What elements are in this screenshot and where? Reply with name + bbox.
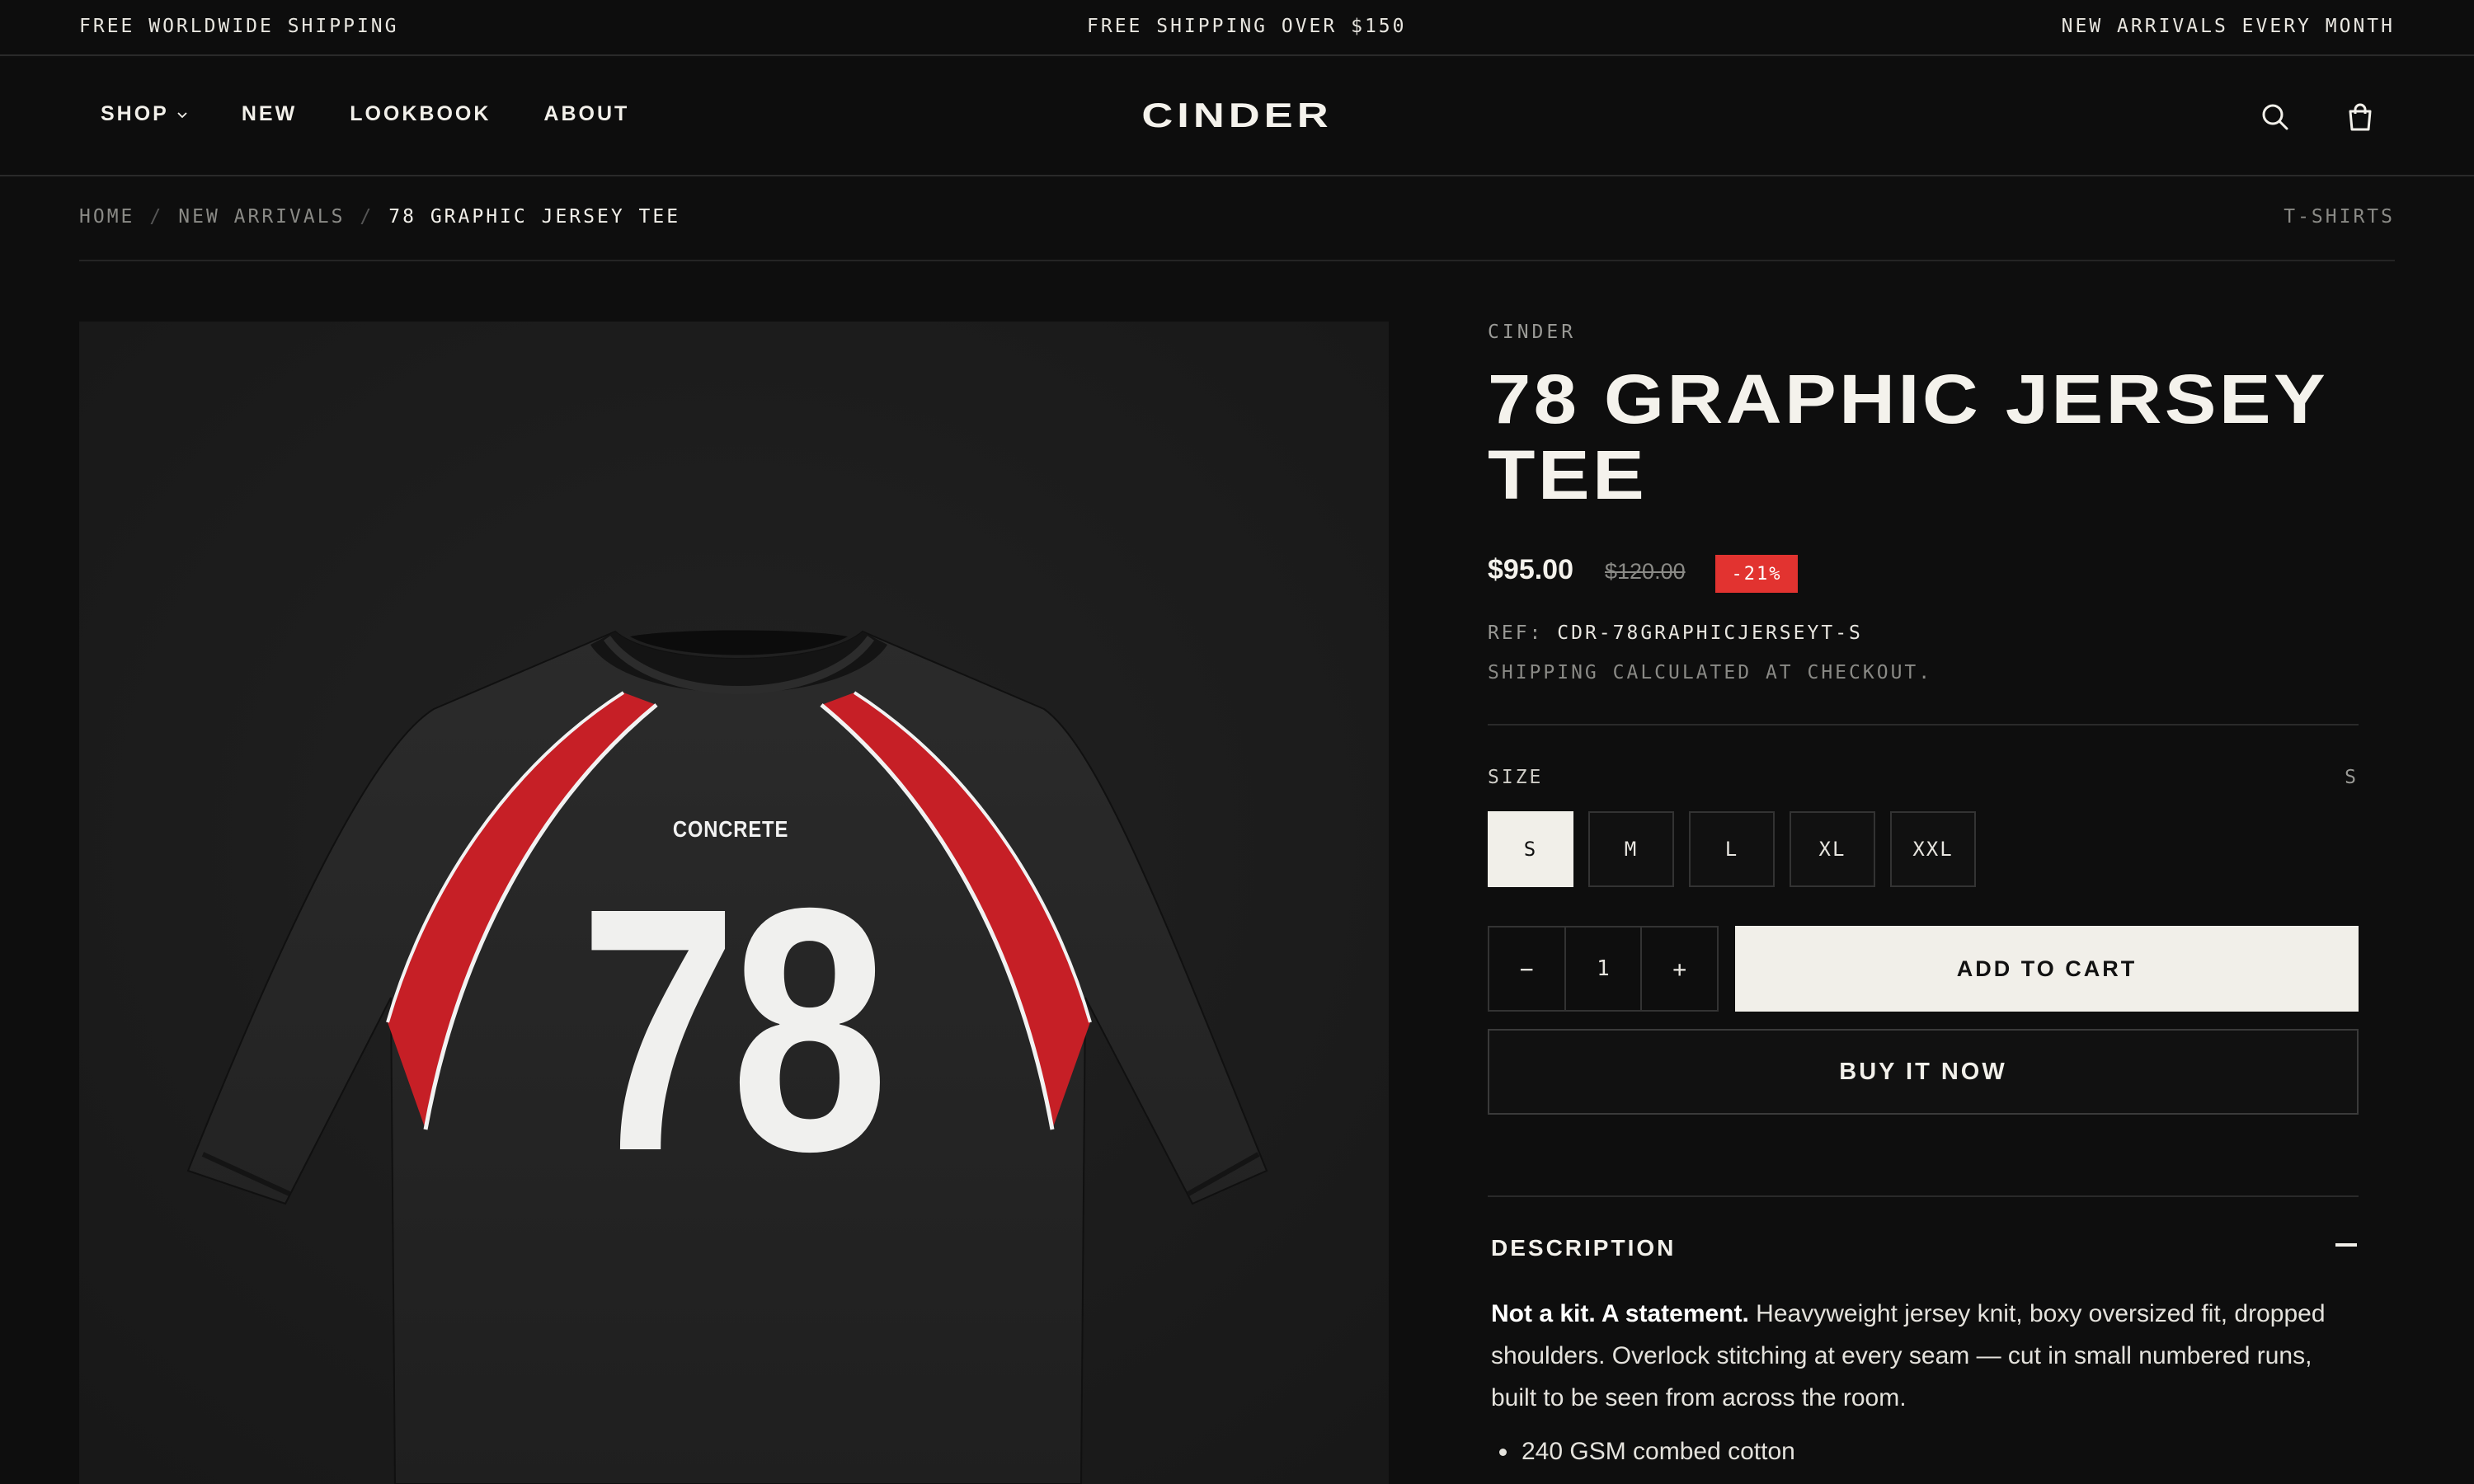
breadcrumb-separator: / xyxy=(360,206,374,228)
chevron-down-icon xyxy=(177,111,187,118)
size-option-m[interactable]: M xyxy=(1588,811,1674,887)
product-gallery[interactable]: 01 / 04 CONCRETE xyxy=(79,322,1389,1484)
site-header: SHOP NEW LOOKBOOK ABOUT CINDER xyxy=(0,58,2474,176)
bag-icon[interactable] xyxy=(2342,99,2378,135)
size-label: SIZE xyxy=(1488,767,1544,788)
breadcrumb-current: 78 GRAPHIC JERSEY TEE xyxy=(388,206,681,228)
announcement-left: FREE WORLDWIDE SHIPPING xyxy=(79,16,399,37)
size-option-xxl[interactable]: XXL xyxy=(1890,811,1976,887)
size-option-s[interactable]: S xyxy=(1488,811,1573,887)
nav-lookbook[interactable]: LOOKBOOK xyxy=(350,102,491,126)
product-title: 78 GRAPHIC JERSEY TEE xyxy=(1488,360,2327,514)
announcement-bar: FREE WORLDWIDE SHIPPING FREE SHIPPING OV… xyxy=(0,0,2474,56)
breadcrumb-home[interactable]: HOME xyxy=(79,206,134,228)
breadcrumb-new-arrivals[interactable]: NEW ARRIVALS xyxy=(178,206,345,228)
quantity-stepper: − 1 + xyxy=(1488,926,1719,1012)
shipping-note: SHIPPING CALCULATED AT CHECKOUT. xyxy=(1488,662,1933,683)
description-text: Not a kit. A statement. Heavyweight jers… xyxy=(1491,1293,2357,1419)
buy-now-button[interactable]: BUY IT NOW xyxy=(1488,1029,2359,1115)
nav-shop-label: SHOP xyxy=(101,102,169,125)
product-ref: REF: CDR-78GRAPHICJERSEYT-S xyxy=(1488,622,1863,644)
list-item: 240 GSM combed cotton xyxy=(1491,1438,1795,1466)
ref-value: CDR-78GRAPHICJERSEYT-S xyxy=(1557,622,1863,644)
nav-shop[interactable]: SHOP xyxy=(101,102,189,126)
quantity-decrease-button[interactable]: − xyxy=(1489,928,1564,1010)
discount-badge: -21% xyxy=(1715,555,1798,593)
announcement-right: NEW ARRIVALS EVERY MONTH xyxy=(2061,16,2395,37)
divider xyxy=(79,260,2395,261)
site-logo[interactable]: CINDER xyxy=(1134,96,1340,135)
size-option-l[interactable]: L xyxy=(1689,811,1775,887)
description-toggle[interactable]: DESCRIPTION xyxy=(1491,1235,1676,1261)
product-brand[interactable]: CINDER xyxy=(1488,322,1576,343)
description-lead: Not a kit. A statement. xyxy=(1491,1300,1749,1327)
minus-icon[interactable] xyxy=(2335,1243,2357,1247)
nav-new[interactable]: NEW xyxy=(242,102,297,126)
category-link[interactable]: T-SHIRTS xyxy=(2284,206,2395,228)
compare-price: $120.00 xyxy=(1605,559,1686,584)
shirt-print-number: 78 xyxy=(579,837,889,1223)
selected-size: S xyxy=(2345,767,2359,788)
quantity-input[interactable]: 1 xyxy=(1564,928,1643,1010)
quantity-increase-button[interactable]: + xyxy=(1642,928,1717,1010)
bullet-icon xyxy=(1499,1448,1507,1456)
search-icon[interactable] xyxy=(2257,99,2293,135)
divider xyxy=(1488,1195,2359,1197)
divider xyxy=(1488,724,2359,726)
add-to-cart-button[interactable]: ADD TO CART xyxy=(1735,926,2359,1012)
breadcrumb-separator: / xyxy=(149,206,164,228)
description-bullet: 240 GSM combed cotton xyxy=(1522,1438,1795,1465)
ref-label: REF: xyxy=(1488,622,1544,644)
announcement-center: FREE SHIPPING OVER $150 xyxy=(1087,16,1407,37)
size-option-xl[interactable]: XL xyxy=(1790,811,1875,887)
size-selector: S M L XL XXL xyxy=(1488,811,1976,887)
nav-about[interactable]: ABOUT xyxy=(543,102,629,126)
product-price: $95.00 xyxy=(1488,554,1573,585)
main-nav: SHOP NEW LOOKBOOK ABOUT xyxy=(101,102,629,126)
breadcrumb: HOME / NEW ARRIVALS / 78 GRAPHIC JERSEY … xyxy=(79,206,680,228)
